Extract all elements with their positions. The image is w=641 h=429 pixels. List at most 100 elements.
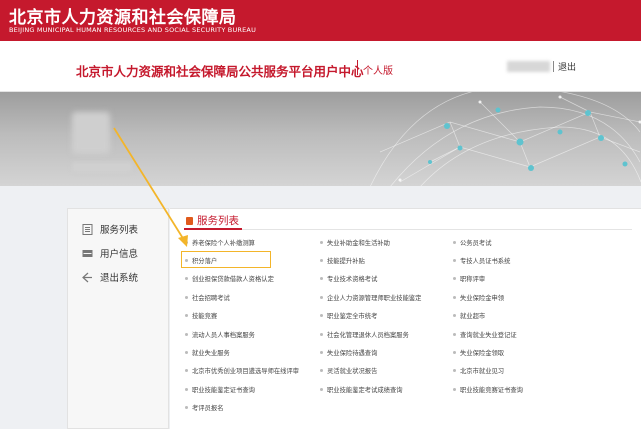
- bullet-icon: [453, 369, 456, 373]
- service-item[interactable]: 社会化管理退休人员档案服务: [320, 329, 409, 339]
- service-item[interactable]: 北京市优秀创业项目遴选导师在线评审: [185, 366, 299, 376]
- service-label: 考评员报名: [192, 405, 224, 413]
- sidebar-item-service-list[interactable]: 服务列表: [82, 221, 138, 237]
- sidebar: 服务列表 用户信息 退出系统: [67, 208, 169, 429]
- service-label: 专业技术资格考试: [327, 276, 378, 284]
- list-icon: [82, 223, 93, 235]
- service-label: 专技人员证书系统: [460, 257, 511, 265]
- bullet-icon: [320, 332, 323, 336]
- service-item[interactable]: 失业保险金申领: [453, 292, 504, 302]
- sidebar-item-exit[interactable]: 退出系统: [82, 269, 138, 285]
- service-item[interactable]: 失业保险待遇查询: [320, 347, 377, 357]
- bullet-icon: [320, 258, 323, 262]
- bullet-icon: [453, 332, 456, 336]
- service-label: 职业技能鉴定证书查询: [192, 386, 255, 394]
- title-divider: [357, 60, 358, 75]
- bullet-icon: [453, 387, 456, 391]
- bullet-icon: [453, 240, 456, 244]
- service-item[interactable]: 失业保险金领取: [453, 347, 504, 357]
- service-label: 技能竞赛: [192, 313, 218, 321]
- service-label: 职业技能鉴定考试成绩查询: [327, 386, 403, 394]
- service-item[interactable]: 职称评审: [453, 274, 485, 284]
- service-label: 北京市优秀创业项目遴选导师在线评审: [192, 368, 300, 376]
- service-label: 就业失业服务: [192, 349, 230, 357]
- service-label: 查询就业失业登记证: [460, 331, 517, 339]
- bullet-icon: [185, 332, 188, 336]
- bureau-name-cn: 北京市人力资源和社会保障局: [9, 8, 237, 28]
- bullet-icon: [453, 258, 456, 262]
- service-item[interactable]: 就业超市: [453, 311, 485, 321]
- sidebar-item-label: 退出系统: [100, 273, 139, 284]
- service-item[interactable]: 灵活就业状况报告: [320, 366, 377, 376]
- service-label: 失业保险金申领: [460, 294, 505, 302]
- avatar: [72, 112, 110, 154]
- service-item[interactable]: 专业技术资格考试: [320, 274, 377, 284]
- bureau-name-en: BEIJING MUNICIPAL HUMAN RESOURCES AND SO…: [9, 26, 257, 34]
- service-label: 失业补助金和生活补助: [327, 239, 390, 247]
- service-item[interactable]: 查询就业失业登记证: [453, 329, 517, 339]
- service-item[interactable]: 失业补助金和生活补助: [320, 237, 390, 247]
- platform-header: 北京市人力资源和社会保障局公共服务平台用户中心 个人版 退出: [0, 41, 641, 92]
- highlight-box: [181, 251, 271, 268]
- flag-icon: [186, 216, 193, 225]
- platform-title: 北京市人力资源和社会保障局公共服务平台用户中心: [76, 64, 364, 79]
- service-item[interactable]: 就业失业服务: [185, 347, 230, 357]
- service-label: 失业保险金领取: [460, 349, 505, 357]
- top-header-bar: 北京市人力资源和社会保障局 BEIJING MUNICIPAL HUMAN RE…: [0, 0, 641, 41]
- service-item[interactable]: 职业技能鉴定考试成绩查询: [320, 384, 403, 394]
- service-label: 社会化管理退休人员档案服务: [327, 331, 409, 339]
- bullet-icon: [185, 240, 188, 244]
- bullet-icon: [453, 314, 456, 318]
- service-label: 失业保险待遇查询: [327, 349, 378, 357]
- bullet-icon: [453, 350, 456, 354]
- bullet-icon: [320, 240, 323, 244]
- tab-underline: [184, 228, 242, 230]
- exit-icon: [82, 272, 93, 283]
- service-label: 养老保险个人补缴测算: [192, 239, 255, 247]
- service-label: 职称评审: [460, 276, 486, 284]
- service-item[interactable]: 职业技能鉴定证书查询: [185, 384, 255, 394]
- service-item[interactable]: 技能提升补贴: [320, 255, 365, 265]
- profile-banner: [0, 92, 641, 186]
- service-label: 就业超市: [460, 313, 486, 321]
- service-item[interactable]: 北京市就业见习: [453, 366, 504, 376]
- service-item[interactable]: 职业技能竞赛证书查询: [453, 384, 523, 394]
- service-label: 北京市就业见习: [460, 368, 505, 376]
- service-label: 创业担保贷款借款人资格认定: [192, 276, 274, 284]
- service-item[interactable]: 社会招聘考试: [185, 292, 230, 302]
- service-item[interactable]: 考评员报名: [185, 403, 223, 413]
- bullet-icon: [320, 314, 323, 318]
- service-item[interactable]: 专技人员证书系统: [453, 255, 510, 265]
- user-name-blurred: [72, 162, 132, 172]
- user-card-icon: [82, 248, 93, 259]
- tab-service-list[interactable]: 服务列表: [186, 213, 239, 228]
- bullet-icon: [185, 295, 188, 299]
- sidebar-item-user-info[interactable]: 用户信息: [82, 245, 138, 261]
- tab-divider: [242, 229, 632, 230]
- service-label: 技能提升补贴: [327, 257, 365, 265]
- service-label: 职业鉴定全市统考: [327, 313, 378, 321]
- service-label: 公务员考试: [460, 239, 492, 247]
- user-divider: [553, 61, 554, 72]
- service-item[interactable]: 创业担保贷款借款人资格认定: [185, 274, 274, 284]
- tab-label: 服务列表: [197, 215, 239, 227]
- page: 北京市人力资源和社会保障局 BEIJING MUNICIPAL HUMAN RE…: [0, 0, 641, 429]
- bullet-icon: [185, 369, 188, 373]
- sidebar-item-label: 用户信息: [100, 249, 139, 260]
- bullet-icon: [453, 277, 456, 281]
- service-item[interactable]: 职业鉴定全市统考: [320, 311, 377, 321]
- service-label: 职业技能竞赛证书查询: [460, 386, 523, 394]
- service-item[interactable]: 流动人员人事档案服务: [185, 329, 255, 339]
- service-label: 流动人员人事档案服务: [192, 331, 255, 339]
- sidebar-item-label: 服务列表: [100, 225, 139, 236]
- service-item[interactable]: 养老保险个人补缴测算: [185, 237, 255, 247]
- bullet-icon: [320, 277, 323, 281]
- service-item[interactable]: 企业人力资源管理师职业技能鉴定: [320, 292, 421, 302]
- service-item[interactable]: 公务员考试: [453, 237, 491, 247]
- username-blurred: [507, 61, 550, 72]
- service-item[interactable]: 技能竞赛: [185, 311, 217, 321]
- service-label: 企业人力资源管理师职业技能鉴定: [327, 294, 422, 302]
- bullet-icon: [185, 350, 188, 354]
- bullet-icon: [320, 350, 323, 354]
- logout-link[interactable]: 退出: [558, 60, 576, 73]
